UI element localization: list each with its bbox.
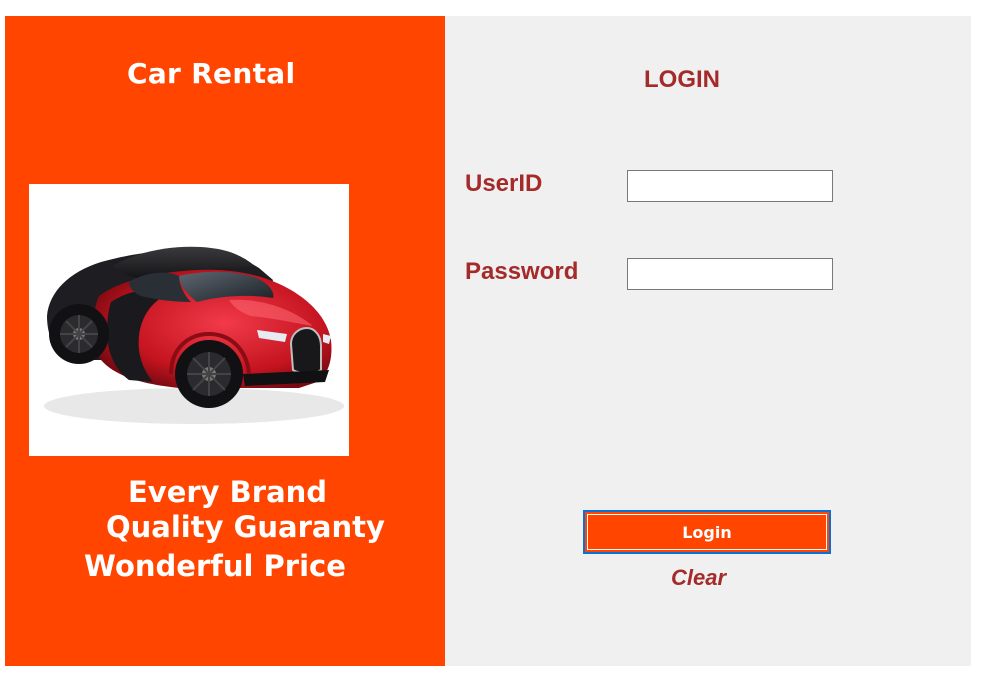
app-title: Car Rental: [127, 57, 296, 90]
tagline-every-brand: Every Brand: [128, 475, 328, 509]
login-button-label: Login: [587, 514, 827, 550]
car-picture-box: [29, 184, 349, 456]
login-panel: LOGIN UserID Password Login Clear: [445, 16, 971, 666]
login-button[interactable]: Login: [583, 510, 831, 554]
login-title: LOGIN: [644, 66, 720, 93]
tagline-wonderful-price: Wonderful Price: [84, 549, 346, 583]
app-window: Car Rental Every Brand Quality Guaranty …: [5, 16, 971, 666]
clear-link[interactable]: Clear: [671, 565, 726, 591]
password-input[interactable]: [627, 258, 833, 290]
userid-label: UserID: [465, 170, 543, 197]
tagline-quality-guaranty: Quality Guaranty: [106, 510, 385, 544]
sports-car-image: [44, 246, 344, 424]
userid-input[interactable]: [627, 170, 833, 202]
password-label: Password: [465, 258, 579, 285]
brand-panel: Car Rental Every Brand Quality Guaranty …: [5, 16, 445, 666]
